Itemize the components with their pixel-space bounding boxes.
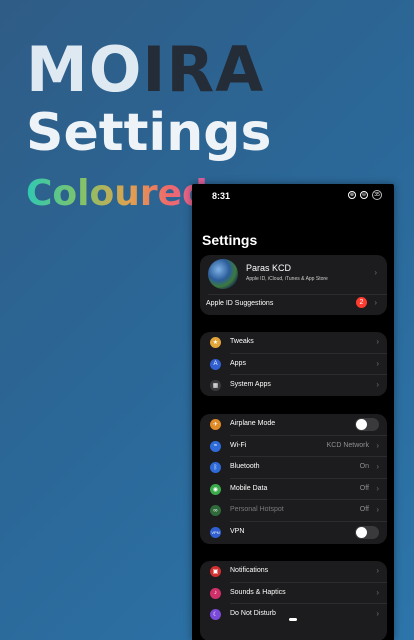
avatar bbox=[208, 259, 238, 289]
do-not-disturb-icon: ☾ bbox=[210, 609, 221, 620]
row-label: Airplane Mode bbox=[230, 420, 276, 427]
toggle-knob bbox=[356, 526, 367, 538]
chevron-right-icon: › bbox=[376, 609, 379, 618]
settings-group-3: ▣ Notifications › ♪ Sounds & Haptics › ☾… bbox=[200, 561, 387, 640]
status-bar: 8:31 ⊕ ⊖ 35 bbox=[192, 184, 394, 208]
row-label: Personal Hotspot bbox=[230, 506, 284, 513]
alarm-icon: ⊖ bbox=[360, 191, 368, 199]
hotspot-icon: ∞ bbox=[210, 505, 221, 516]
battery-icon: 35 bbox=[372, 190, 382, 200]
phone-screen: 8:31 ⊕ ⊖ 35 Settings Paras KCD Apple ID,… bbox=[192, 184, 394, 640]
vpn-toggle[interactable] bbox=[355, 525, 379, 539]
row-label: Do Not Disturb bbox=[230, 610, 276, 617]
row-label: Bluetooth bbox=[230, 463, 260, 470]
profile-card[interactable]: Paras KCD Apple ID, iCloud, iTunes & App… bbox=[200, 255, 387, 315]
row-label: Notifications bbox=[230, 567, 269, 574]
chevron-right-icon: › bbox=[376, 483, 379, 493]
row-vpn[interactable]: VPN VPN bbox=[200, 522, 387, 544]
chevron-right-icon: › bbox=[376, 462, 379, 471]
status-icons: ⊕ ⊖ 35 bbox=[348, 190, 382, 200]
home-indicator[interactable] bbox=[289, 618, 297, 621]
row-value: On bbox=[359, 463, 369, 470]
airplane-mode-toggle[interactable] bbox=[355, 418, 379, 431]
row-do-not-disturb[interactable]: ☾ Do Not Disturb › bbox=[200, 604, 387, 626]
row-mobile-data[interactable]: ◉ Mobile Data Off › bbox=[200, 479, 387, 500]
settings-group-2: ✈ Airplane Mode ≈ Wi-Fi KCD Network › ᛒ … bbox=[200, 414, 387, 544]
apple-id-suggestions[interactable]: Apple ID Suggestions bbox=[206, 300, 273, 307]
promo-title-part-1: MO bbox=[26, 33, 143, 106]
chevron-right-icon: › bbox=[376, 505, 379, 514]
promo-title-part-2: IRA bbox=[142, 33, 265, 106]
rotation-lock-icon: ⊕ bbox=[348, 191, 356, 199]
profile-name: Paras KCD bbox=[246, 263, 292, 273]
chevron-right-icon: › bbox=[374, 268, 377, 277]
mobile-data-icon: ◉ bbox=[210, 483, 221, 495]
status-time: 8:31 bbox=[212, 191, 231, 201]
row-notifications[interactable]: ▣ Notifications › bbox=[200, 561, 387, 583]
system-apps-icon: ▦ bbox=[210, 380, 221, 391]
row-label: Sounds & Haptics bbox=[230, 588, 286, 596]
divider bbox=[208, 294, 387, 295]
row-label: Tweaks bbox=[230, 338, 254, 345]
chevron-right-icon: › bbox=[376, 337, 379, 346]
row-value: KCD Network bbox=[326, 441, 369, 449]
row-apps[interactable]: A Apps › bbox=[200, 354, 387, 375]
row-bluetooth[interactable]: ᛒ Bluetooth On › bbox=[200, 457, 387, 479]
row-wifi[interactable]: ≈ Wi-Fi KCD Network › bbox=[200, 436, 387, 457]
vpn-icon: VPN bbox=[210, 526, 221, 538]
wifi-icon: ≈ bbox=[210, 440, 221, 452]
row-tweaks[interactable]: ★ Tweaks › bbox=[200, 332, 387, 354]
promo-title: MOIRA bbox=[26, 39, 271, 101]
notification-badge: 2 bbox=[356, 297, 367, 308]
chevron-right-icon: › bbox=[376, 587, 379, 597]
row-personal-hotspot[interactable]: ∞ Personal Hotspot Off › bbox=[200, 500, 387, 522]
promo-subtitle: Settings bbox=[26, 103, 272, 163]
row-sounds-haptics[interactable]: ♪ Sounds & Haptics › bbox=[200, 583, 387, 604]
airplane-icon: ✈ bbox=[210, 419, 221, 430]
toggle-knob bbox=[356, 419, 367, 430]
row-label: Wi-Fi bbox=[230, 441, 247, 449]
chevron-right-icon: › bbox=[374, 298, 377, 307]
row-label: Mobile Data bbox=[230, 484, 268, 492]
apps-icon: A bbox=[210, 358, 221, 370]
row-label: System Apps bbox=[230, 381, 271, 388]
chevron-right-icon: › bbox=[376, 440, 379, 450]
settings-group-1: ★ Tweaks › A Apps › ▦ System Apps › bbox=[200, 332, 387, 396]
chevron-right-icon: › bbox=[376, 358, 379, 368]
chevron-right-icon: › bbox=[376, 380, 379, 389]
chevron-right-icon: › bbox=[376, 566, 379, 575]
row-system-apps[interactable]: ▦ System Apps › bbox=[200, 375, 387, 397]
row-value: Off bbox=[359, 484, 369, 492]
bluetooth-icon: ᛒ bbox=[210, 462, 221, 473]
notifications-icon: ▣ bbox=[210, 566, 221, 577]
page-title: Settings bbox=[202, 232, 258, 248]
row-value: Off bbox=[359, 506, 369, 513]
profile-subtitle: Apple ID, iCloud, iTunes & App Store bbox=[246, 276, 328, 282]
row-label: Apps bbox=[230, 359, 246, 367]
row-airplane-mode[interactable]: ✈ Airplane Mode bbox=[200, 414, 387, 436]
tweaks-icon: ★ bbox=[210, 337, 221, 348]
row-label: VPN bbox=[230, 527, 245, 535]
sounds-icon: ♪ bbox=[210, 587, 221, 599]
